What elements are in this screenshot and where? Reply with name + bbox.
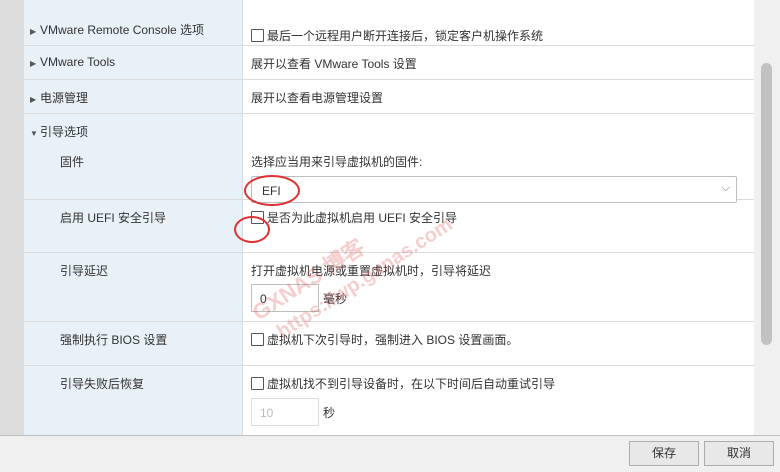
settings-table: ▶ VMware Remote Console 选项 最后一个远程用户断开连接后，… <box>24 0 754 435</box>
force-bios-label: 强制执行 BIOS 设置 <box>24 322 243 365</box>
firmware-select[interactable]: EFI ⌵ <box>251 176 737 203</box>
uefi-secure-boot-value: 是否为此虚拟机启用 UEFI 安全引导 <box>243 200 754 252</box>
remote-console-label: VMware Remote Console 选项 <box>40 23 205 37</box>
uefi-secure-boot-checkbox[interactable] <box>251 211 264 224</box>
boot-options-label: 引导选项 <box>40 125 89 139</box>
row-boot-options: ▼ 引导选项 <box>24 114 754 144</box>
firmware-label: 固件 <box>24 144 243 199</box>
row-vmware-tools: ▶ VMware Tools 展开以查看 VMware Tools 设置 <box>24 46 754 80</box>
force-bios-text: 虚拟机下次引导时，强制进入 BIOS 设置画面。 <box>267 333 519 347</box>
left-background <box>0 0 24 435</box>
firmware-value: 选择应当用来引导虚拟机的固件: EFI ⌵ <box>243 144 754 203</box>
boot-retry-checkbox[interactable] <box>251 377 264 390</box>
remote-console-value: 最后一个远程用户断开连接后，锁定客户机操作系统 <box>243 0 754 45</box>
uefi-secure-boot-text: 是否为此虚拟机启用 UEFI 安全引导 <box>267 211 458 225</box>
row-boot-delay: 引导延迟 打开虚拟机电源或重置虚拟机时，引导将延迟 0 毫秒 <box>24 253 754 322</box>
row-power-management: ▶ 电源管理 展开以查看电源管理设置 <box>24 80 754 114</box>
firmware-selected-value: EFI <box>262 184 281 198</box>
boot-retry-label: 引导失败后恢复 <box>24 366 243 435</box>
vm-options-panel: ▶ VMware Remote Console 选项 最后一个远程用户断开连接后，… <box>24 0 755 435</box>
force-bios-value: 虚拟机下次引导时，强制进入 BIOS 设置画面。 <box>243 322 754 365</box>
scrollbar-thumb[interactable] <box>761 63 772 345</box>
row-firmware: 固件 选择应当用来引导虚拟机的固件: EFI ⌵ <box>24 144 754 203</box>
boot-options-toggle[interactable]: ▼ 引导选项 <box>24 114 243 144</box>
row-force-bios: 强制执行 BIOS 设置 虚拟机下次引导时，强制进入 BIOS 设置画面。 <box>24 322 754 366</box>
boot-retry-value: 虚拟机找不到引导设备时，在以下时间后自动重试引导 10 秒 <box>243 366 754 435</box>
lock-guest-label: 最后一个远程用户断开连接后，锁定客户机操作系统 <box>267 29 544 43</box>
row-uefi-secure-boot: 启用 UEFI 安全引导 是否为此虚拟机启用 UEFI 安全引导 <box>24 200 754 253</box>
boot-delay-value: 打开虚拟机电源或重置虚拟机时，引导将延迟 0 毫秒 <box>243 253 754 321</box>
lock-guest-checkbox[interactable] <box>251 29 264 42</box>
remote-console-toggle[interactable]: ▶ VMware Remote Console 选项 <box>24 0 243 45</box>
firmware-description: 选择应当用来引导虚拟机的固件: <box>251 155 423 169</box>
power-management-label: 电源管理 <box>40 91 89 105</box>
row-boot-retry: 引导失败后恢复 虚拟机找不到引导设备时，在以下时间后自动重试引导 10 秒 <box>24 366 754 435</box>
vmware-tools-value: 展开以查看 VMware Tools 设置 <box>251 57 417 71</box>
boot-delay-input[interactable]: 0 <box>251 284 319 312</box>
vmware-tools-label: VMware Tools <box>40 55 116 69</box>
force-bios-checkbox[interactable] <box>251 333 264 346</box>
boot-options-value <box>243 114 754 144</box>
cancel-button[interactable]: 取消 <box>704 441 774 466</box>
boot-delay-label: 引导延迟 <box>24 253 243 321</box>
vmware-tools-toggle[interactable]: ▶ VMware Tools <box>24 46 243 79</box>
power-management-toggle[interactable]: ▶ 电源管理 <box>24 80 243 113</box>
expand-triangle-icon: ▶ <box>30 27 37 36</box>
boot-delay-unit: 毫秒 <box>323 291 348 306</box>
chevron-down-icon: ⌵ <box>721 182 730 194</box>
expand-triangle-icon: ▶ <box>30 95 37 104</box>
save-button[interactable]: 保存 <box>629 441 699 466</box>
uefi-secure-boot-label: 启用 UEFI 安全引导 <box>24 200 243 252</box>
boot-retry-unit: 秒 <box>323 405 336 420</box>
expand-triangle-icon: ▶ <box>30 59 37 68</box>
power-management-value: 展开以查看电源管理设置 <box>251 91 384 105</box>
boot-delay-description: 打开虚拟机电源或重置虚拟机时，引导将延迟 <box>251 264 492 278</box>
boot-retry-input[interactable]: 10 <box>251 398 319 426</box>
collapse-triangle-icon: ▼ <box>30 129 38 138</box>
boot-retry-text: 虚拟机找不到引导设备时，在以下时间后自动重试引导 <box>267 377 556 391</box>
row-remote-console: ▶ VMware Remote Console 选项 最后一个远程用户断开连接后，… <box>24 0 754 46</box>
